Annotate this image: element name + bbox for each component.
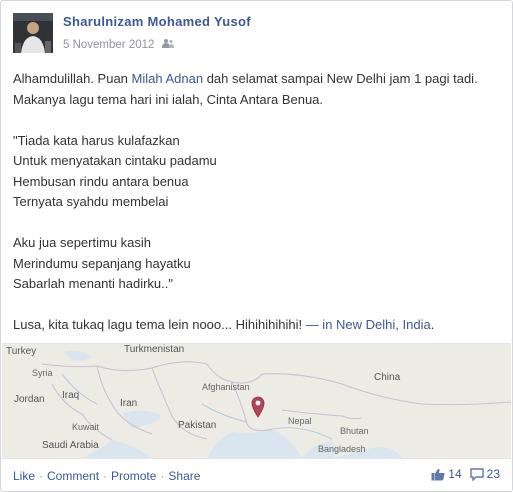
map-label-saudi-arabia: Saudi Arabia [42, 440, 99, 451]
post-meta: 5 November 2012 [63, 38, 175, 51]
lyric-line: Sabarlah menanti hadirku.." [13, 276, 173, 291]
map-label-iran: Iran [120, 398, 138, 409]
post-card: Sharulnizam Mohamed Yusof 5 November 201… [0, 0, 513, 492]
comment-button[interactable]: Comment [47, 469, 99, 483]
map-label-pakistan: Pakistan [178, 420, 217, 431]
map-label-bhutan: Bhutan [340, 426, 369, 436]
lyric-line: Hembusan rindu antara benua [13, 173, 189, 189]
map-label-turkmenistan: Turkmenistan [124, 344, 185, 355]
share-button[interactable]: Share [168, 469, 200, 483]
likes-count: 14 [448, 467, 462, 481]
comments-count: 23 [486, 467, 500, 481]
lyric-line: Merindumu sepanjang hayatku [13, 255, 191, 271]
post-actions: Like · Comment · Promote · Share [13, 469, 200, 483]
location-link[interactable]: New Delhi, India [336, 317, 431, 332]
lyric-line: Aku jua sepertimu kasih [13, 235, 152, 250]
map-label-turkey: Turkey [6, 346, 37, 357]
post-date[interactable]: 5 November 2012 [63, 39, 154, 51]
tagged-person-link[interactable]: Milah Adnan [132, 71, 204, 86]
location-prefix: — in [305, 317, 337, 332]
avatar[interactable] [13, 13, 53, 53]
promote-button[interactable]: Promote [111, 469, 156, 483]
author-name[interactable]: Sharulnizam Mohamed Yusof [63, 14, 251, 29]
location-map[interactable]: Turkey Turkmenistan Syria Iraq Jordan Ir… [2, 343, 511, 459]
separator: · [39, 469, 44, 483]
map-label-jordan: Jordan [14, 394, 45, 405]
map-label-iraq: Iraq [62, 390, 80, 401]
intro-before-text: Alhamdulillah. Puan [13, 71, 132, 86]
lyric-line: Untuk menyatakan cintaku padamu [13, 153, 217, 168]
map-label-china: China [374, 372, 401, 383]
post-message: Alhamdulillah. Puan Milah Adnan dah sela… [13, 69, 503, 336]
post-intro: Alhamdulillah. Puan Milah Adnan dah sela… [13, 69, 503, 110]
post-closing: Lusa, kita tukaq lagu tema lein nooo... … [13, 315, 503, 336]
separator: · [160, 469, 165, 483]
post-counts: 14 23 [431, 467, 500, 481]
friends-audience-icon[interactable] [162, 38, 175, 51]
map-label-syria: Syria [32, 368, 53, 378]
map-label-afghanistan: Afghanistan [202, 382, 250, 392]
like-button[interactable]: Like [13, 469, 35, 483]
lyric-line: "Tiada kata harus kulafazkan [13, 132, 180, 148]
comment-bubble-icon [469, 467, 484, 481]
separator: · [103, 469, 108, 483]
location-pin-icon[interactable] [251, 396, 265, 418]
location-suffix: . [430, 317, 435, 332]
closing-text: Lusa, kita tukaq lagu tema lein nooo... … [13, 317, 306, 332]
comments-count-link[interactable]: 23 [469, 467, 500, 481]
map-label-nepal: Nepal [288, 416, 312, 426]
thumbs-up-icon [431, 468, 445, 481]
likes-count-link[interactable]: 14 [431, 467, 462, 481]
lyric-line: Ternyata syahdu membelai [13, 194, 169, 209]
map-label-kuwait: Kuwait [72, 422, 100, 432]
map-label-bangladesh: Bangladesh [318, 444, 366, 454]
